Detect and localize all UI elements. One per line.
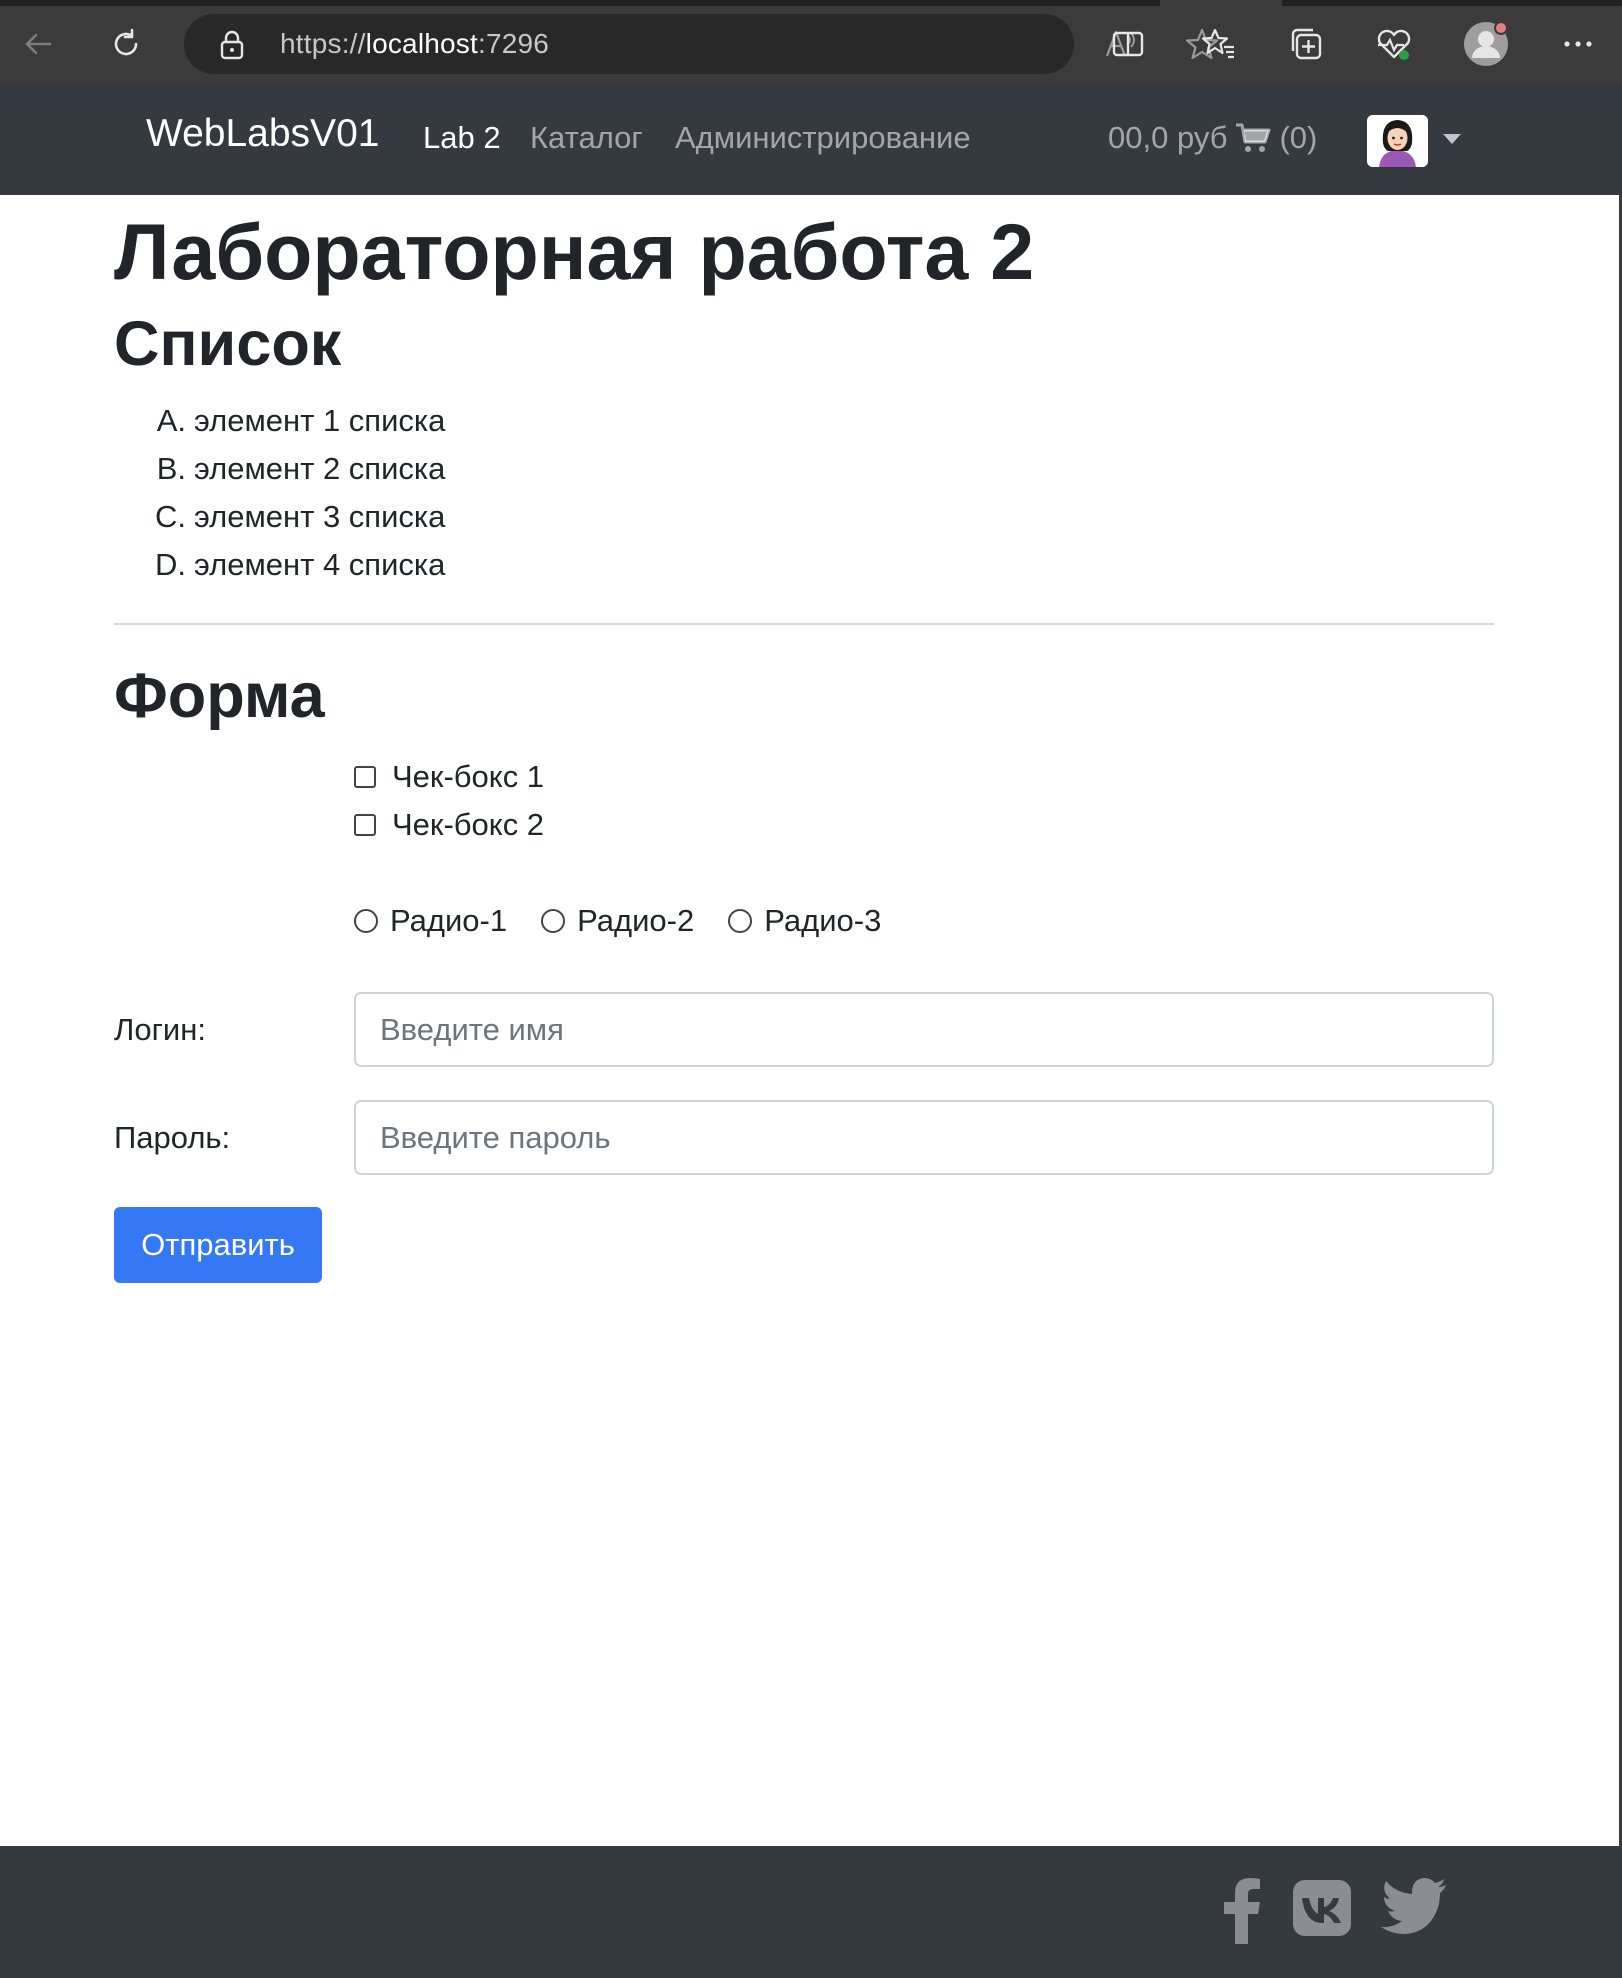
reload-icon — [114, 28, 138, 56]
radio-2-label: Радио-2 — [577, 903, 695, 938]
settings-menu-button[interactable] — [1550, 16, 1606, 72]
list-item-text: элемент 1 списка — [194, 403, 446, 438]
shopping-cart-icon — [1236, 123, 1271, 152]
user-avatar-icon — [1367, 115, 1428, 167]
list-item-marker: D. — [155, 547, 186, 582]
list-item-text: элемент 2 списка — [194, 451, 446, 486]
browser-toolbar: https://localhost:7296 — [0, 0, 1622, 84]
nav-link-lab2[interactable]: Lab 2 — [423, 120, 501, 156]
twitter-icon[interactable] — [1381, 1878, 1447, 1934]
list-item-marker: B. — [156, 451, 186, 486]
checkbox-1-row[interactable]: Чек-бокс 1 — [354, 757, 544, 797]
browser-tab-strip — [0, 0, 1622, 6]
radio-1-label: Радио-1 — [390, 903, 508, 938]
login-label: Логин: — [114, 1012, 206, 1047]
favorites-button[interactable] — [1190, 16, 1246, 72]
collections-button[interactable] — [1278, 16, 1334, 72]
split-screen-button[interactable] — [1100, 16, 1156, 72]
list-item-text: элемент 4 списка — [194, 547, 446, 582]
radio-1[interactable] — [354, 909, 378, 933]
site-navbar: WebLabsV01 Lab 2 Каталог Администрирован… — [0, 84, 1622, 195]
page-title: Лабораторная работа 2 — [114, 207, 1035, 296]
checkbox-1[interactable] — [354, 766, 376, 788]
password-label: Пароль: — [114, 1120, 231, 1155]
list-heading: Список — [114, 309, 342, 379]
form-heading: Форма — [114, 661, 325, 731]
user-menu-caret-icon[interactable] — [1443, 134, 1461, 144]
radio-3-label: Радио-3 — [764, 903, 882, 938]
split-screen-icon — [1112, 31, 1144, 57]
more-dots-icon — [1564, 41, 1592, 47]
url-host: localhost — [365, 28, 478, 59]
heart-pulse-icon — [1377, 29, 1411, 60]
login-input[interactable] — [354, 992, 1494, 1067]
radio-2-option[interactable]: Радио-2 — [541, 903, 694, 939]
facebook-icon[interactable] — [1222, 1878, 1262, 1944]
list-item-marker: C. — [155, 499, 186, 534]
brand-link[interactable]: WebLabsV01 — [146, 112, 379, 156]
site-footer — [0, 1846, 1622, 1978]
radio-group: Радио-1 Радио-2 Радио-3 — [354, 901, 915, 941]
url-port: :7296 — [477, 28, 550, 59]
url-scheme: https:// — [280, 28, 366, 59]
back-button[interactable] — [10, 16, 66, 72]
profile-icon — [1464, 21, 1508, 66]
radio-3[interactable] — [728, 909, 753, 933]
checkbox-2[interactable] — [354, 814, 376, 836]
list-item-marker: A. — [156, 403, 186, 438]
profile-button[interactable] — [1458, 16, 1514, 72]
list-item-text: элемент 3 списка — [194, 499, 446, 534]
radio-2[interactable] — [541, 909, 566, 933]
checkbox-2-row[interactable]: Чек-бокс 2 — [354, 805, 544, 845]
lock-icon[interactable] — [218, 29, 246, 61]
cart-link[interactable]: 00,0 руб (0) — [1108, 120, 1317, 156]
submit-button[interactable]: Отправить — [114, 1207, 322, 1283]
checkbox-2-label: Чек-бокс 2 — [392, 807, 545, 842]
nav-link-catalog[interactable]: Каталог — [530, 120, 643, 156]
back-arrow-icon — [25, 33, 52, 55]
checkbox-1-label: Чек-бокс 1 — [392, 759, 545, 794]
section-divider — [114, 623, 1494, 625]
collections-icon — [1291, 28, 1322, 60]
cart-count: (0) — [1279, 120, 1318, 155]
nav-link-admin[interactable]: Администрирование — [675, 120, 971, 156]
address-bar[interactable]: https://localhost:7296 — [184, 14, 1219, 74]
url-text[interactable]: https://localhost:7296 — [280, 27, 549, 61]
vk-icon[interactable] — [1293, 1878, 1351, 1936]
password-input[interactable] — [354, 1100, 1494, 1175]
browser-essentials-button[interactable] — [1366, 16, 1422, 72]
user-avatar[interactable] — [1367, 115, 1428, 167]
cart-amount: 00,0 руб — [1108, 120, 1228, 155]
radio-3-option[interactable]: Радио-3 — [728, 903, 881, 939]
reload-button[interactable] — [98, 16, 154, 72]
radio-1-option[interactable]: Радио-1 — [354, 903, 507, 939]
favorites-icon — [1201, 28, 1234, 59]
